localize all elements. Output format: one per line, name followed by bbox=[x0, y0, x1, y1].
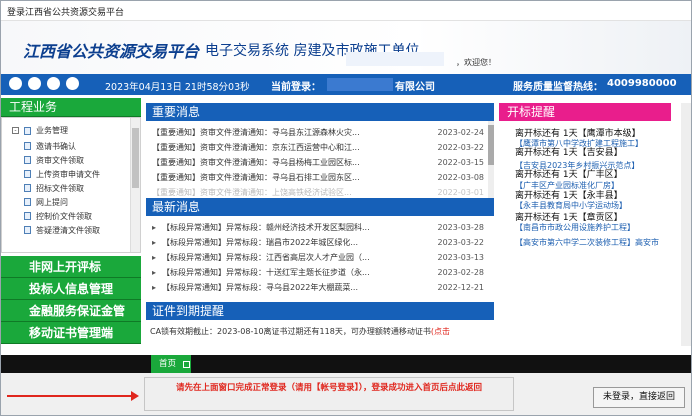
news-row[interactable]: 【重要通知】资审文件澄清通知：寻乌县东江源森林火灾... 2023-02-24 bbox=[146, 125, 494, 140]
important-news-list: 【重要通知】资审文件澄清通知：寻乌县东江源森林火灾... 2023-02-24 【… bbox=[146, 121, 494, 198]
folder-icon bbox=[24, 126, 31, 135]
tree-item-price-doc[interactable]: 控制价文件领取 bbox=[24, 209, 100, 223]
news-row[interactable]: 【重要通知】资审文件澄清通知：寻乌县石排工业园东区... 2022-03-08 bbox=[146, 170, 494, 185]
cert-expiry-section: 证件到期提醒 CA锁有效期截止：2023-08-10离证书过期还有118天，可办… bbox=[146, 302, 494, 337]
tree-item-clarify-doc[interactable]: 答疑澄清文件领取 bbox=[24, 223, 100, 237]
current-user-redacted bbox=[327, 78, 393, 91]
tree-item-prequal-doc[interactable]: 资审文件领取 bbox=[24, 153, 100, 167]
group-mobile-cert[interactable]: 移动证书管理端 bbox=[1, 322, 141, 344]
reminder-project[interactable]: 【高安市第六中学二次装修工程】高安市 bbox=[515, 237, 659, 248]
tree-item-online-question[interactable]: 网上提问 bbox=[24, 195, 100, 209]
reminder-line[interactable]: 离开标还有 1天【吉安县】 bbox=[515, 145, 623, 158]
bid-reminder-marquee: 离开标还有 1天【鹰潭市本级】 【鹰潭市第八中学改扩建工程施工】 离开标还有 1… bbox=[499, 121, 671, 348]
news-row[interactable]: 【重要通知】资审文件澄清通知：上饶高铁经济试验区... 2022-03-01 bbox=[146, 185, 494, 200]
reminder-line[interactable]: 离开标还有 1天【广丰区】 bbox=[515, 167, 623, 180]
document-icon bbox=[24, 142, 31, 150]
important-news-scrollbar[interactable] bbox=[488, 121, 494, 198]
tree-root-label: 业务管理 bbox=[36, 126, 68, 135]
cert-expiry-header: 证件到期提醒 bbox=[146, 302, 494, 320]
gear-icon[interactable] bbox=[28, 77, 41, 90]
skip-login-button[interactable]: 未登录，直接返回 bbox=[593, 387, 685, 408]
latest-news-header: 最新消息 bbox=[146, 198, 494, 216]
hotline-number: 4009980000 bbox=[607, 78, 677, 89]
current-datetime: 2023年04月13日 21时58分03秒 bbox=[105, 82, 250, 93]
tab-bar: 首页 bbox=[1, 355, 691, 373]
login-instruction-button[interactable]: 请先在上面窗口完成正常登录（请用【帐号登录】），登录成功进入首页后点此返回 bbox=[144, 377, 514, 411]
sidebar-header[interactable]: 工程业务 bbox=[1, 98, 141, 117]
news-row[interactable]: 【标段异常通知】异常标段：赣州经济技术开发区梨园科...2023-03-28 bbox=[146, 220, 494, 235]
group-offline-bidding[interactable]: 非网上开评标 bbox=[1, 256, 141, 278]
support-icon[interactable] bbox=[66, 77, 79, 90]
tree-item-invitation[interactable]: 邀请书确认 bbox=[24, 139, 100, 153]
reminder-project[interactable]: 【南昌市市政公用设施养护工程】 bbox=[515, 222, 635, 233]
tab-home[interactable]: 首页 bbox=[151, 355, 191, 373]
bid-reminder-panel: 开标提醒 离开标还有 1天【鹰潭市本级】 【鹰潭市第八中学改扩建工程施工】 离开… bbox=[499, 103, 671, 348]
news-row[interactable]: 【标段异常通知】异常标段：江西省高层次人才产业园（...2023-03-13 bbox=[146, 250, 494, 265]
platform-brand: 江西省公共资源交易平台 bbox=[23, 42, 200, 61]
cert-expiry-text: CA锁有效期截止：2023-08-10离证书过期还有118天，可办理额转通移动证… bbox=[150, 327, 450, 336]
tree-scrollbar[interactable] bbox=[130, 118, 140, 252]
login-window: 登录江西省公共资源交易平台 江西省公共资源交易平台 电子交易系统 房建及市政施工… bbox=[0, 0, 692, 416]
current-user-suffix: 有限公司 bbox=[395, 82, 435, 93]
document-icon bbox=[24, 212, 31, 220]
group-bidder-info[interactable]: 投标人信息管理 bbox=[1, 278, 141, 300]
tree-item-tender-doc[interactable]: 招标文件领取 bbox=[24, 181, 100, 195]
current-login-label: 当前登录： bbox=[271, 82, 321, 93]
center-panel: 重要消息 【重要通知】资审文件澄清通知：寻乌县东江源森林火灾... 2023-02… bbox=[146, 103, 494, 348]
document-icon bbox=[24, 198, 31, 206]
news-row[interactable]: 【标段异常通知】异常标段：瑞昌市2022年城区绿化...2023-03-22 bbox=[146, 235, 494, 250]
business-tree: - 业务管理 邀请书确认 资审文件领取 上传资审申请文件 招标文件领取 网上提问… bbox=[1, 117, 141, 253]
bid-reminder-header: 开标提醒 bbox=[499, 103, 671, 121]
news-row[interactable]: 【重要通知】资审文件澄清通知：寻乌县杨梅工业园区标... 2022-03-15 bbox=[146, 155, 494, 170]
top-navbar: 2023年04月13日 21时58分03秒 当前登录： 有限公司 服务质量监督热… bbox=[1, 74, 691, 95]
window-titlebar: 登录江西省公共资源交易平台 bbox=[1, 1, 691, 21]
news-row[interactable]: 【标段异常通知】异常标段：十送红军主题长征步道（永...2023-02-28 bbox=[146, 265, 494, 280]
home-icon[interactable] bbox=[9, 77, 22, 90]
tree-root[interactable]: - 业务管理 bbox=[12, 125, 68, 136]
window-title: 登录江西省公共资源交易平台 bbox=[7, 8, 125, 18]
footer: 请先在上面窗口完成正常登录（请用【帐号登录】），登录成功进入首页后点此返回 未登… bbox=[1, 373, 691, 415]
hotline-label: 服务质量监督热线： bbox=[513, 82, 603, 93]
user-name-redacted bbox=[346, 52, 444, 66]
cert-expiry-link[interactable]: (点击 bbox=[431, 327, 450, 336]
window-scrollbar[interactable] bbox=[681, 103, 691, 346]
news-row[interactable]: 【标段异常通知】异常标段：寻乌县2022年大棚蔬菜...2022-12-21 bbox=[146, 280, 494, 295]
collapse-icon[interactable]: - bbox=[12, 127, 19, 134]
left-sidebar: 工程业务 - 业务管理 邀请书确认 资审文件领取 上传资审申请文件 招标文件领取… bbox=[1, 98, 141, 355]
document-icon bbox=[24, 184, 31, 192]
document-icon bbox=[24, 170, 31, 178]
important-news-header: 重要消息 bbox=[146, 103, 494, 121]
pointer-arrow-icon bbox=[7, 391, 139, 401]
welcome-text: ，欢迎您！ bbox=[456, 58, 496, 67]
group-financial-deposit[interactable]: 金融服务保证金管 bbox=[1, 300, 141, 322]
tree-item-upload-prequal[interactable]: 上传资审申请文件 bbox=[24, 167, 100, 181]
latest-news-list: 【标段异常通知】异常标段：赣州经济技术开发区梨园科...2023-03-28 【… bbox=[146, 216, 494, 293]
document-icon bbox=[24, 226, 31, 234]
document-icon bbox=[24, 156, 31, 164]
header-banner: 江西省公共资源交易平台 电子交易系统 房建及市政施工单位 ，欢迎您！ bbox=[1, 21, 691, 74]
users-icon[interactable] bbox=[47, 77, 60, 90]
news-row[interactable]: 【重要通知】资审文件澄清通知：京东江西运营中心和江... 2022-03-22 bbox=[146, 140, 494, 155]
